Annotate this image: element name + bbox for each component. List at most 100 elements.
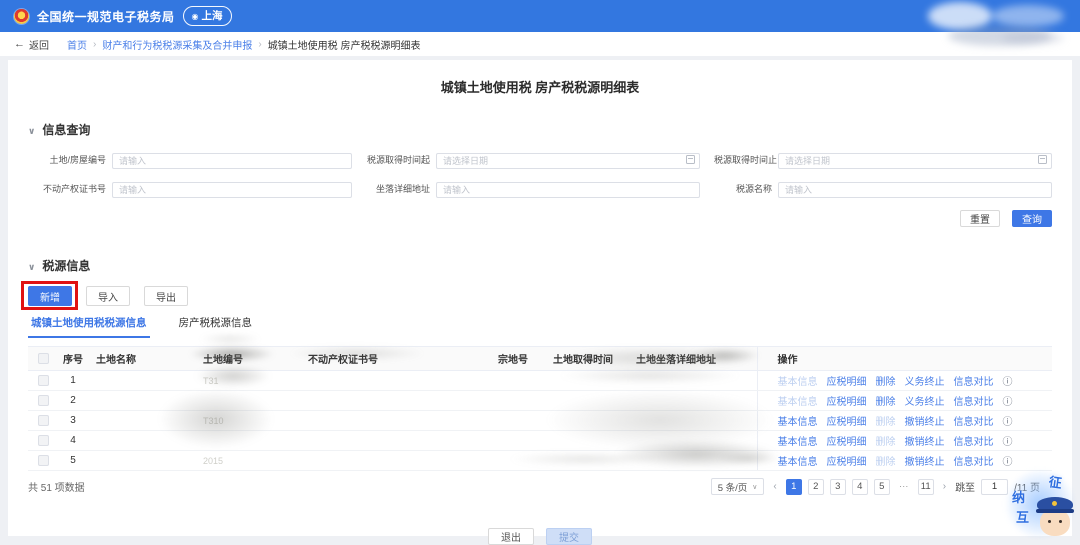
col-parcel-no: 宗地号 [490, 346, 545, 371]
col-land-code: 土地编号 [195, 346, 300, 371]
action-basic-info[interactable]: 基本信息 [778, 417, 818, 428]
total-count-label: 共 51 项数据 [28, 483, 85, 494]
row-index: 2 [58, 390, 88, 411]
page-button-4[interactable]: 4 [851, 478, 868, 495]
reset-button[interactable]: 重置 [960, 210, 1000, 227]
field-label: 税源取得时间止 [714, 154, 778, 165]
breadcrumb-collection[interactable]: 财产和行为税税源采集及合并申报 [102, 37, 252, 52]
source-table: 序号 土地名称 土地编号 不动产权证书号 宗地号 土地取得时间 土地坐落详细地址… [28, 346, 1052, 471]
address-input[interactable] [436, 182, 700, 198]
action-basic-info[interactable]: 基本信息 [778, 437, 818, 448]
acquire-date-from-input[interactable] [436, 153, 700, 169]
cell-acquire-time [545, 370, 628, 391]
cell-land-code [195, 430, 300, 451]
exit-button[interactable]: 退出 [488, 528, 534, 545]
field-acquire-date-to: 税源取得时间止 [714, 151, 1052, 169]
page-size-select[interactable]: 5 条/页 [710, 478, 765, 495]
cell-land-name [88, 450, 195, 471]
action-basic-info[interactable]: 基本信息 [778, 377, 818, 388]
select-all-checkbox[interactable] [37, 352, 49, 364]
row-checkbox[interactable] [37, 394, 49, 406]
action-delete[interactable]: 删除 [876, 417, 896, 428]
action-obligation-end[interactable]: 义务终止 [905, 377, 945, 388]
action-obligation-end[interactable]: 义务终止 [905, 397, 945, 408]
page-button-11[interactable]: 11 [917, 478, 934, 495]
row-checkbox[interactable] [37, 414, 49, 426]
add-button[interactable]: 新增 [28, 286, 72, 306]
action-revoke-end[interactable]: 撤销终止 [905, 457, 945, 468]
back-button[interactable]: 返回 [14, 37, 49, 52]
table-row: 4 基本信息 应税明细 删除 撤销终止 信息对比 [28, 430, 1052, 451]
source-name-input[interactable] [778, 182, 1052, 198]
action-info-compare[interactable]: 信息对比 [954, 457, 994, 468]
action-delete[interactable]: 删除 [876, 457, 896, 468]
page-button-3[interactable]: 3 [829, 478, 846, 495]
field-label: 土地/房屋编号 [49, 154, 106, 165]
action-tax-detail[interactable]: 应税明细 [827, 397, 867, 408]
tab-property-tax[interactable]: 房产税税源信息 [176, 315, 256, 338]
info-icon[interactable] [1003, 397, 1013, 408]
action-basic-info[interactable]: 基本信息 [778, 457, 818, 468]
action-revoke-end[interactable]: 撤销终止 [905, 437, 945, 448]
cell-parcel-no [490, 450, 545, 471]
assistant-mascot[interactable]: 征 纳 互 [1004, 470, 1076, 538]
action-tax-detail[interactable]: 应税明细 [827, 377, 867, 388]
section-query-header[interactable]: 信息查询 [28, 121, 1052, 138]
tax-bureau-emblem-icon [14, 8, 29, 24]
import-button[interactable]: 导入 [86, 286, 130, 306]
query-form: 土地/房屋编号 税源取得时间起 税源取得时间止 不动产权证书号 坐落详细地址 税… [28, 151, 1052, 198]
info-icon[interactable] [1003, 457, 1013, 468]
action-tax-detail[interactable]: 应税明细 [827, 437, 867, 448]
page-button-5[interactable]: 5 [873, 478, 890, 495]
cell-acquire-time [545, 410, 628, 431]
table-row: 2 基本信息 应税明细 删除 义务终止 信息对比 [28, 390, 1052, 411]
chevron-down-icon [28, 259, 35, 273]
breadcrumb: 首页 财产和行为税税源采集及合并申报 城镇土地使用税 房产税税源明细表 [67, 37, 420, 52]
submit-button[interactable]: 提交 [546, 528, 592, 545]
source-tabs: 城镇土地使用税税源信息 房产税税源信息 [28, 315, 1052, 338]
cell-parcel-no [490, 390, 545, 411]
page-button-2[interactable]: 2 [807, 478, 824, 495]
section-source-header[interactable]: 税源信息 [28, 257, 1052, 274]
location-selector[interactable]: 上海 [182, 6, 232, 26]
action-info-compare[interactable]: 信息对比 [954, 417, 994, 428]
info-icon[interactable] [1003, 437, 1013, 448]
row-checkbox[interactable] [37, 374, 49, 386]
cell-address [628, 390, 757, 411]
cell-address [628, 430, 757, 451]
estate-cert-no-input[interactable] [112, 182, 352, 198]
jump-page-input[interactable] [981, 478, 1009, 495]
row-checkbox[interactable] [37, 454, 49, 466]
field-label: 坐落详细地址 [375, 183, 430, 194]
action-info-compare[interactable]: 信息对比 [954, 377, 994, 388]
acquire-date-to-input[interactable] [778, 153, 1052, 169]
field-label: 不动产权证书号 [42, 183, 106, 194]
col-cert-no: 不动产权证书号 [300, 346, 490, 371]
col-index: 序号 [58, 346, 88, 371]
chevron-down-icon [28, 123, 35, 137]
export-button[interactable]: 导出 [144, 286, 188, 306]
cell-land-code [195, 390, 300, 411]
col-land-name: 土地名称 [88, 346, 195, 371]
action-info-compare[interactable]: 信息对比 [954, 437, 994, 448]
page-button-1[interactable]: 1 [785, 478, 802, 495]
prev-page-button[interactable] [770, 481, 779, 492]
search-button[interactable]: 查询 [1012, 210, 1052, 227]
page-ellipsis[interactable]: ··· [895, 478, 912, 495]
action-tax-detail[interactable]: 应税明细 [827, 417, 867, 428]
action-basic-info[interactable]: 基本信息 [778, 397, 818, 408]
breadcrumb-bar: 返回 首页 财产和行为税税源采集及合并申报 城镇土地使用税 房产税税源明细表 [0, 32, 1080, 56]
info-icon[interactable] [1003, 417, 1013, 428]
info-icon[interactable] [1003, 377, 1013, 388]
action-delete[interactable]: 删除 [876, 377, 896, 388]
breadcrumb-home[interactable]: 首页 [67, 37, 87, 52]
action-revoke-end[interactable]: 撤销终止 [905, 417, 945, 428]
land-house-no-input[interactable] [112, 153, 352, 169]
action-info-compare[interactable]: 信息对比 [954, 397, 994, 408]
action-delete[interactable]: 删除 [876, 437, 896, 448]
action-delete[interactable]: 删除 [876, 397, 896, 408]
row-checkbox[interactable] [37, 434, 49, 446]
next-page-button[interactable] [940, 481, 949, 492]
tab-land-use-tax[interactable]: 城镇土地使用税税源信息 [28, 315, 150, 338]
action-tax-detail[interactable]: 应税明细 [827, 457, 867, 468]
